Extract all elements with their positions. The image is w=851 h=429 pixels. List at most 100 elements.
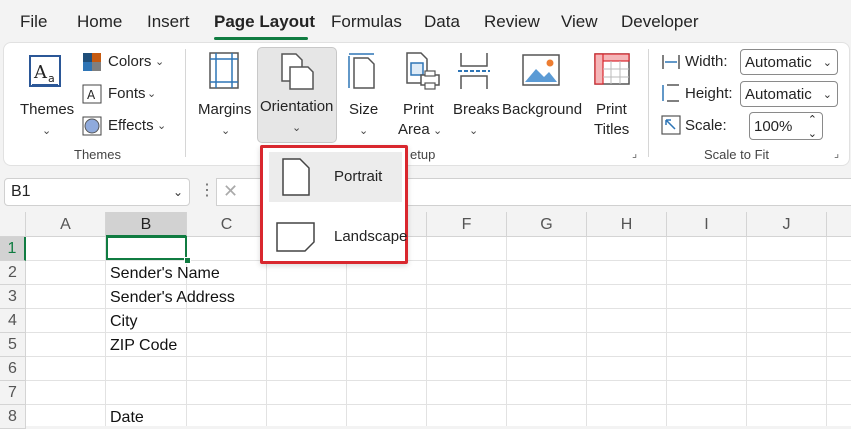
height-select[interactable]: Automatic ⌄: [740, 81, 838, 107]
themes-button[interactable]: A a Themes ⌄: [18, 51, 74, 139]
menu-item-portrait[interactable]: Portrait: [269, 152, 402, 202]
cancel-icon[interactable]: ✕: [223, 181, 238, 202]
row-gridline: [26, 404, 851, 405]
row-header-5[interactable]: 5: [0, 333, 26, 357]
size-icon: [348, 53, 375, 89]
column-header-c[interactable]: C: [187, 212, 267, 237]
print-titles-label-line1: Print: [596, 101, 627, 118]
cell-b8[interactable]: Date: [110, 409, 144, 427]
column-header-i[interactable]: I: [667, 212, 747, 237]
scale-to-fit-group-label: Scale to Fit: [704, 147, 770, 162]
landscape-icon: [276, 222, 315, 252]
column-header-j[interactable]: J: [747, 212, 827, 237]
tab-formulas[interactable]: Formulas: [331, 12, 402, 32]
orientation-button[interactable]: Orientation ⌄: [257, 47, 337, 143]
chevron-down-icon: ⌄: [822, 89, 832, 101]
column-header-b[interactable]: B: [106, 212, 187, 237]
cell-b3[interactable]: Sender's Address: [110, 289, 235, 307]
height-icon: [662, 84, 679, 102]
tab-developer[interactable]: Developer: [621, 12, 699, 32]
print-titles-button[interactable]: Print Titles: [588, 51, 638, 139]
spin-down-icon[interactable]: ⌄: [808, 120, 817, 148]
row-header-1[interactable]: 1: [0, 237, 26, 261]
page-setup-launcher-icon[interactable]: ⌟: [632, 147, 637, 160]
scale-value: 100%: [754, 118, 793, 135]
column-header-h[interactable]: H: [587, 212, 667, 237]
row-gridline: [26, 332, 851, 333]
tab-data[interactable]: Data: [424, 12, 460, 32]
effects-button[interactable]: Effects ⌄: [82, 115, 166, 137]
breaks-label: Breaks: [453, 101, 500, 118]
column-gridline: [346, 237, 347, 426]
column-header-f[interactable]: F: [427, 212, 507, 237]
size-label: Size: [349, 101, 379, 118]
themes-icon: A a: [29, 55, 61, 87]
more-options-icon[interactable]: ⋮: [199, 180, 215, 200]
row-header-8[interactable]: 8: [0, 405, 26, 429]
column-gridline: [746, 237, 747, 426]
column-gridline: [105, 237, 106, 426]
chevron-down-icon: ⌄: [155, 56, 165, 68]
tab-insert[interactable]: Insert: [147, 12, 190, 32]
chevron-down-icon: ⌄: [157, 120, 167, 132]
column-gridline: [586, 237, 587, 426]
colors-button[interactable]: Colors ⌄: [82, 51, 166, 73]
scale-spinner[interactable]: 100% ⌃ ⌄: [749, 112, 823, 140]
page-setup-group-label: etup: [410, 147, 436, 162]
cell-b5[interactable]: ZIP Code: [110, 337, 177, 355]
column-gridline: [506, 237, 507, 426]
selected-cell-b1[interactable]: [106, 236, 187, 260]
print-area-button[interactable]: Print Area ⌄: [393, 51, 449, 139]
print-titles-icon: [594, 53, 630, 85]
worksheet-grid: A B C D E F G H I J 1 2 3 4 5 6 7 8 Send…: [0, 212, 851, 429]
cell-b2[interactable]: Sender's Name: [110, 265, 220, 283]
row-header-3[interactable]: 3: [0, 285, 26, 309]
orientation-label: Orientation: [260, 98, 334, 115]
row-gridline: [26, 284, 851, 285]
name-box-value: B1: [11, 183, 31, 200]
tab-file[interactable]: File: [20, 12, 47, 32]
name-box[interactable]: B1 ⌄: [4, 178, 190, 206]
margins-button[interactable]: Margins ⌄: [194, 51, 254, 139]
row-header-4[interactable]: 4: [0, 309, 26, 333]
chevron-down-icon: ⌄: [359, 125, 369, 137]
background-button[interactable]: Background: [500, 51, 583, 139]
width-select[interactable]: Automatic ⌄: [740, 49, 838, 75]
svg-text:A: A: [33, 62, 48, 83]
menu-bar: File Home Insert Page Layout Formulas Da…: [0, 0, 851, 44]
tab-home[interactable]: Home: [77, 12, 122, 32]
margins-label: Margins: [198, 101, 252, 118]
effects-label: Effects: [108, 117, 154, 134]
menu-item-landscape[interactable]: Landscape: [269, 212, 407, 262]
tab-view[interactable]: View: [561, 12, 598, 32]
fonts-button[interactable]: A Fonts ⌄: [82, 83, 166, 105]
themes-group-label: Themes: [74, 147, 121, 162]
fill-handle[interactable]: [184, 257, 191, 264]
background-label: Background: [502, 101, 583, 118]
portrait-icon: [282, 158, 310, 196]
breaks-icon: [458, 53, 490, 89]
group-separator: [648, 49, 649, 157]
tab-review[interactable]: Review: [484, 12, 540, 32]
fonts-label: Fonts: [108, 85, 146, 102]
themes-label: Themes: [20, 101, 75, 118]
row-header-6[interactable]: 6: [0, 357, 26, 381]
orientation-menu: Portrait Landscape: [260, 145, 408, 264]
size-button[interactable]: Size ⌄: [342, 51, 388, 139]
breaks-button[interactable]: Breaks ⌄: [448, 51, 500, 139]
select-all-corner[interactable]: [0, 212, 26, 237]
row-header-7[interactable]: 7: [0, 381, 26, 405]
chevron-down-icon: ⌄: [172, 185, 183, 199]
row-header-2[interactable]: 2: [0, 261, 26, 285]
tab-page-layout[interactable]: Page Layout: [214, 12, 315, 32]
column-header-a[interactable]: A: [26, 212, 106, 237]
background-icon: [522, 54, 560, 86]
height-value: Automatic: [745, 86, 812, 103]
cell-b4[interactable]: City: [110, 313, 138, 331]
column-header-g[interactable]: G: [507, 212, 587, 237]
landscape-label: Landscape: [334, 228, 408, 245]
print-area-icon: [406, 52, 440, 90]
scale-to-fit-launcher-icon[interactable]: ⌟: [834, 147, 839, 160]
column-header-k[interactable]: [827, 212, 851, 237]
row-gridline: [26, 260, 851, 261]
